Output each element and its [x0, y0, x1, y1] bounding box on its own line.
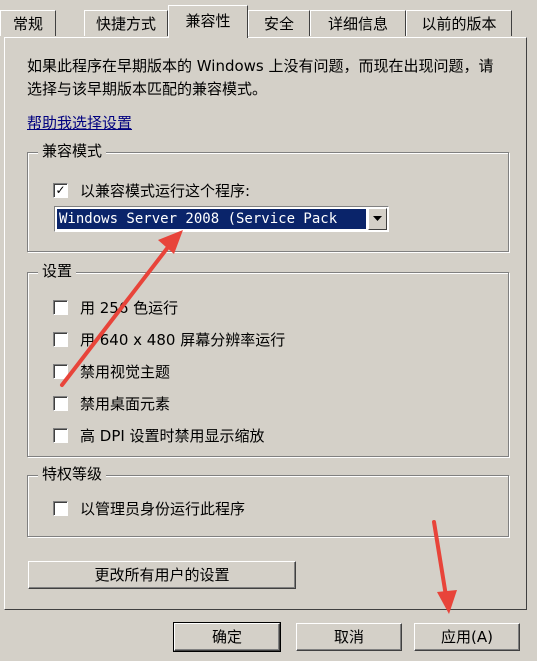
tab-details[interactable]: 详细信息: [310, 10, 406, 36]
checkbox[interactable]: [53, 500, 68, 516]
compat-mode-title: 兼容模式: [38, 141, 107, 161]
checkbox[interactable]: [53, 299, 68, 315]
checkbox[interactable]: [53, 331, 68, 347]
checkbox[interactable]: [53, 363, 68, 379]
option-run-as-admin[interactable]: 以管理员身份运行此程序: [53, 497, 245, 519]
chevron-down-icon: [373, 216, 382, 221]
option-label: 禁用桌面元素: [80, 394, 171, 413]
help-link[interactable]: 帮助我选择设置: [27, 112, 132, 133]
option-disable-visual-themes[interactable]: 禁用视觉主题: [53, 360, 170, 382]
os-version-value: Windows Server 2008 (Service Pack: [57, 209, 366, 229]
option-label: 以管理员身份运行此程序: [80, 499, 246, 518]
settings-title: 设置: [38, 261, 77, 281]
compat-mode-group: 兼容模式: [27, 141, 509, 252]
description-text: 如果此程序在早期版本的 Windows 上没有问题，而现在出现问题，请选择与该早…: [27, 57, 494, 98]
apply-button[interactable]: 应用(A): [414, 623, 520, 651]
option-label: 禁用视觉主题: [80, 362, 171, 381]
tab-compatibility[interactable]: 兼容性: [168, 5, 248, 38]
option-640x480[interactable]: 用 640 x 480 屏幕分辨率运行: [53, 328, 285, 350]
tab-shortcut[interactable]: 快捷方式: [84, 10, 168, 36]
compat-mode-label: 以兼容模式运行这个程序:: [80, 181, 251, 200]
tab-previous-versions[interactable]: 以前的版本: [406, 10, 512, 36]
tab-security[interactable]: 安全: [248, 10, 310, 36]
privilege-title: 特权等级: [38, 464, 107, 484]
change-all-users-button[interactable]: 更改所有用户的设置: [28, 561, 296, 589]
option-disable-dpi-scaling[interactable]: 高 DPI 设置时禁用显示缩放: [53, 424, 265, 446]
option-256-colors[interactable]: 用 256 色运行: [53, 296, 178, 318]
option-label: 用 256 色运行: [80, 298, 179, 317]
dropdown-button[interactable]: [368, 208, 387, 230]
option-label: 高 DPI 设置时禁用显示缩放: [80, 426, 265, 445]
checkbox[interactable]: [53, 395, 68, 411]
compat-mode-checkbox[interactable]: ✓: [53, 182, 68, 198]
tab-strip: 常规 快捷方式 兼容性 安全 详细信息 以前的版本: [0, 0, 537, 40]
checkbox[interactable]: [53, 427, 68, 443]
tab-general[interactable]: 常规: [0, 10, 56, 36]
option-label: 用 640 x 480 屏幕分辨率运行: [80, 330, 286, 349]
compat-mode-option[interactable]: ✓ 以兼容模式运行这个程序:: [53, 179, 250, 201]
os-version-select[interactable]: Windows Server 2008 (Service Pack: [54, 206, 389, 232]
cancel-button[interactable]: 取消: [296, 623, 402, 651]
option-disable-desktop-composition[interactable]: 禁用桌面元素: [53, 392, 170, 414]
ok-button[interactable]: 确定: [173, 622, 281, 652]
